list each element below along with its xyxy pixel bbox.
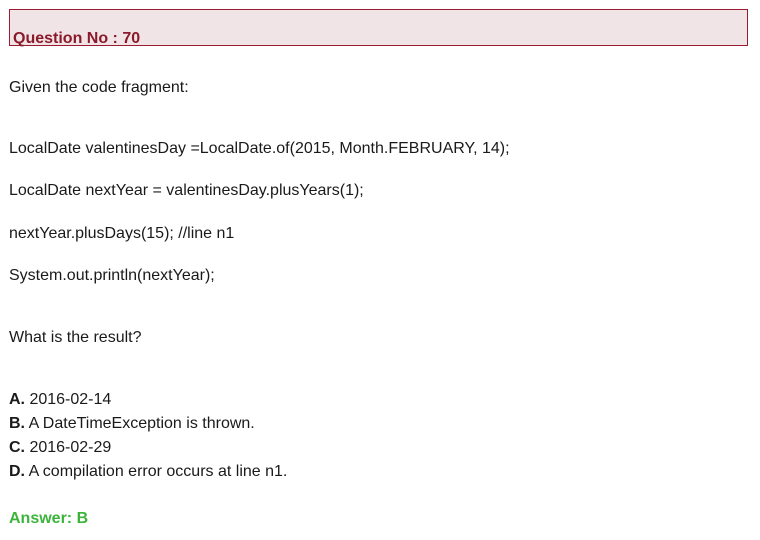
option-letter: D. (9, 463, 25, 480)
option-b: B. A DateTimeException is thrown. (9, 414, 255, 434)
code-line-1: LocalDate valentinesDay =LocalDate.of(20… (9, 140, 510, 157)
option-text: A compilation error occurs at line n1. (28, 463, 288, 480)
question-header-bar: Question No : 70 (9, 9, 748, 47)
option-letter: A. (9, 391, 25, 408)
option-text: 2016-02-14 (29, 391, 112, 408)
option-letter: B. (9, 415, 25, 432)
option-text: 2016-02-29 (29, 439, 112, 456)
option-text: A DateTimeException is thrown. (28, 415, 255, 432)
option-d: D. A compilation error occurs at line n1… (9, 462, 287, 482)
code-line-3: nextYear.plusDays(15); //line n1 (9, 225, 235, 242)
option-c: C. 2016-02-29 (9, 438, 111, 458)
code-line-4: System.out.println(nextYear); (9, 267, 215, 284)
option-a: A. 2016-02-14 (9, 390, 111, 410)
answer-label: Answer: B (9, 510, 89, 527)
code-line-2: LocalDate nextYear = valentinesDay.plusY… (9, 182, 364, 199)
option-letter: C. (9, 439, 25, 456)
question-number-title: Question No : 70 (13, 30, 141, 47)
question-prompt: What is the result? (9, 329, 142, 346)
question-intro: Given the code fragment: (9, 79, 189, 96)
